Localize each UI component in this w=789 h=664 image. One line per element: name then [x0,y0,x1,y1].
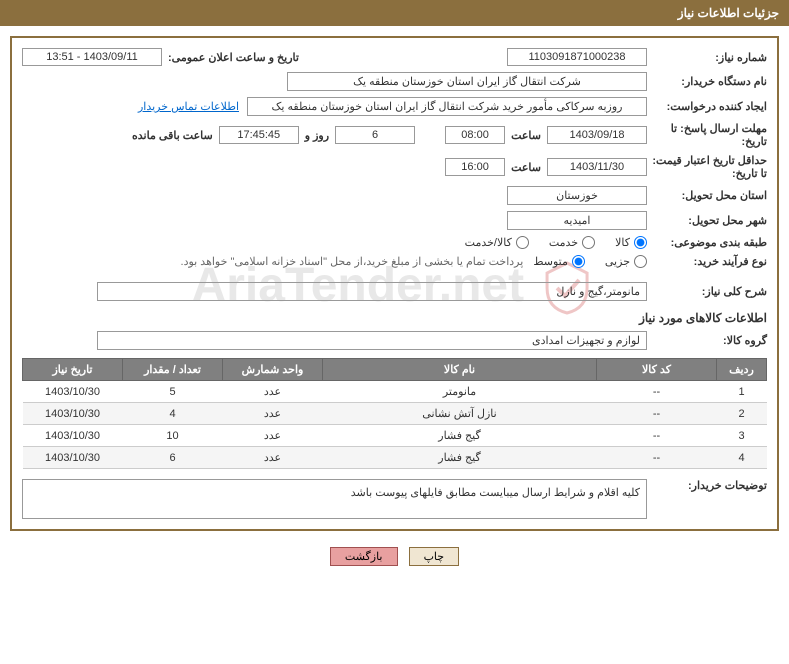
contact-link[interactable]: اطلاعات تماس خریدار [138,100,239,113]
cell-date: 1403/10/30 [23,447,123,469]
th-row: ردیف [717,359,767,381]
cell-row: 2 [717,403,767,425]
process-note: پرداخت تمام یا بخشی از مبلغ خرید،از محل … [181,255,524,268]
table-row: 2--نازل آتش نشانیعدد41403/10/30 [23,403,767,425]
validity-date: 1403/11/30 [547,158,647,176]
radio-service[interactable]: خدمت [549,236,595,249]
back-button[interactable]: بازگشت [330,547,398,566]
deadline-time: 08:00 [445,126,505,144]
delivery-province-label: استان محل تحویل: [647,189,767,202]
category-label: طبقه بندی موضوعی: [647,236,767,249]
cell-row: 1 [717,381,767,403]
cell-unit: عدد [223,425,323,447]
radio-goods[interactable]: کالا [615,236,647,249]
delivery-province-value: خوزستان [507,186,647,205]
th-qty: تعداد / مقدار [123,359,223,381]
cell-qty: 4 [123,403,223,425]
table-row: 4--گیج فشارعدد61403/10/30 [23,447,767,469]
buyer-org-value: شرکت انتقال گاز ایران استان خوزستان منطق… [287,72,647,91]
cell-code: -- [597,381,717,403]
th-name: نام کالا [323,359,597,381]
print-button[interactable]: چاپ [409,547,460,566]
items-table-wrap: ردیف کد کالا نام کالا واحد شمارش تعداد /… [22,358,767,469]
cell-unit: عدد [223,447,323,469]
cell-name: گیج فشار [323,425,597,447]
cell-qty: 10 [123,425,223,447]
need-desc-label: شرح کلی نیاز: [647,285,767,298]
need-desc-value: مانومتر،گیج و نازل [97,282,647,301]
category-radio-group: کالا خدمت کالا/خدمت [465,236,647,249]
need-number-value: 1103091871000238 [507,48,647,66]
th-date: تاریخ نیاز [23,359,123,381]
cell-name: مانومتر [323,381,597,403]
delivery-city-value: امیدیه [507,211,647,230]
process-label: نوع فرآیند خرید: [647,255,767,268]
validity-label: حداقل تاریخ اعتبار قیمت: تا تاریخ: [647,154,767,180]
cell-code: -- [597,403,717,425]
table-row: 1--مانومترعدد51403/10/30 [23,381,767,403]
buyer-org-label: نام دستگاه خریدار: [647,75,767,88]
cell-row: 3 [717,425,767,447]
time-label-2: ساعت [505,161,547,174]
cell-date: 1403/10/30 [23,403,123,425]
cell-date: 1403/10/30 [23,425,123,447]
cell-date: 1403/10/30 [23,381,123,403]
page-header: جزئیات اطلاعات نیاز [0,0,789,26]
table-row: 3--گیج فشارعدد101403/10/30 [23,425,767,447]
need-number-label: شماره نیاز: [647,51,767,64]
group-label: گروه کالا: [647,334,767,347]
header-title: جزئیات اطلاعات نیاز [678,6,779,20]
th-code: کد کالا [597,359,717,381]
deadline-label: مهلت ارسال پاسخ: تا تاریخ: [647,122,767,148]
cell-unit: عدد [223,403,323,425]
buyer-notes-value: کلیه اقلام و شرایط ارسال میبایست مطابق ف… [22,479,647,519]
delivery-city-label: شهر محل تحویل: [647,214,767,227]
button-row: چاپ بازگشت [0,547,789,566]
announce-value: 1403/09/11 - 13:51 [22,48,162,66]
countdown-value: 17:45:45 [219,126,299,144]
process-radio-group: جزیی متوسط [533,255,647,268]
requester-value: روزبه سرکاکی مأمور خرید شرکت انتقال گاز … [247,97,647,116]
time-label-1: ساعت [505,129,547,142]
days-remaining: 6 [335,126,415,144]
cell-qty: 6 [123,447,223,469]
th-unit: واحد شمارش [223,359,323,381]
cell-qty: 5 [123,381,223,403]
radio-medium[interactable]: متوسط [533,255,585,268]
cell-name: گیج فشار [323,447,597,469]
cell-code: -- [597,425,717,447]
group-value: لوازم و تجهیزات امدادی [97,331,647,350]
deadline-date: 1403/09/18 [547,126,647,144]
remaining-label: ساعت باقی مانده [126,129,219,142]
items-table: ردیف کد کالا نام کالا واحد شمارش تعداد /… [22,358,767,469]
cell-name: نازل آتش نشانی [323,403,597,425]
table-header-row: ردیف کد کالا نام کالا واحد شمارش تعداد /… [23,359,767,381]
buyer-notes-label: توضیحات خریدار: [647,479,767,492]
days-and-label: روز و [299,129,335,142]
radio-goods-service[interactable]: کالا/خدمت [465,236,529,249]
items-section-title: اطلاعات کالاهای مورد نیاز [22,311,767,325]
validity-time: 16:00 [445,158,505,176]
announce-label: تاریخ و ساعت اعلان عمومی: [162,51,305,64]
radio-partial[interactable]: جزیی [605,255,647,268]
requester-label: ایجاد کننده درخواست: [647,100,767,113]
main-frame: AriaTender.net شماره نیاز: 1103091871000… [10,36,779,531]
cell-code: -- [597,447,717,469]
cell-row: 4 [717,447,767,469]
cell-unit: عدد [223,381,323,403]
